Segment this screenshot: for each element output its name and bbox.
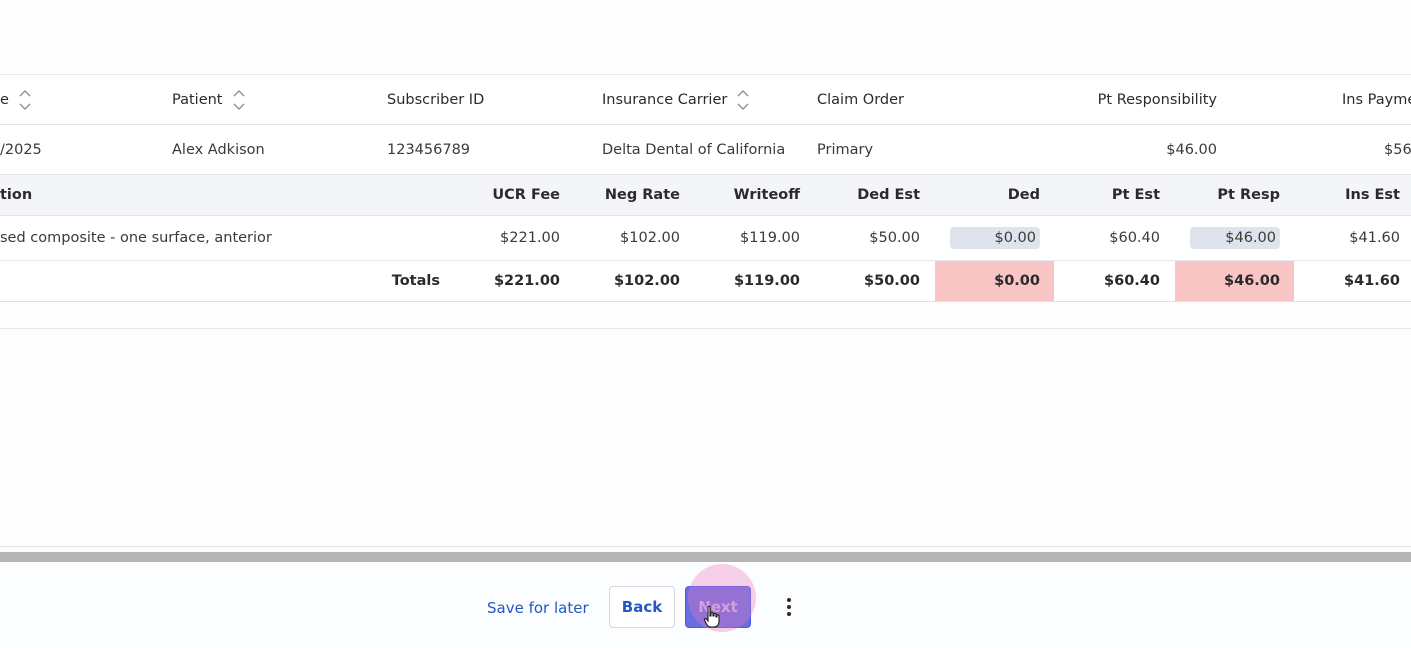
claim-subscriber-id: 123456789: [387, 141, 471, 158]
pt-resp-input[interactable]: $46.00: [1190, 227, 1280, 249]
ins-payment-header-label: Ins Payme: [1342, 91, 1411, 108]
horizontal-scrollbar[interactable]: [0, 552, 1411, 562]
procedure-ded-cell: $0.00: [920, 216, 1040, 260]
totals-pt-est: $60.40: [1104, 273, 1160, 289]
column-header-neg-rate: Neg Rate: [604, 187, 680, 203]
totals-ins-est: $41.60: [1344, 273, 1400, 289]
totals-ded-est: $50.00: [864, 273, 920, 289]
claim-ins-payment: $56: [1384, 141, 1411, 158]
date-header-label: e: [0, 91, 9, 108]
claim-patient: Alex Adkison: [172, 141, 265, 158]
kebab-menu-icon[interactable]: [779, 593, 799, 621]
totals-pt-resp: $46.00: [1175, 261, 1294, 301]
procedure-ded-est: $50.00: [869, 230, 920, 246]
column-header-subscriber-id: Subscriber ID: [387, 75, 484, 124]
procedure-table-header: tion UCR Fee Neg Rate Writeoff Ded Est D…: [0, 175, 1411, 216]
totals-writeoff: $119.00: [733, 273, 800, 289]
column-header-claim-order: Claim Order: [817, 75, 904, 124]
claim-table-header: e Patient Subscriber ID Insurance Carrie…: [0, 74, 1411, 125]
save-for-later-button[interactable]: Save for later: [487, 599, 589, 617]
claim-order: Primary: [817, 141, 874, 158]
procedure-neg-rate: $102.00: [620, 230, 680, 246]
sort-icon[interactable]: [736, 88, 750, 112]
claim-insurance-carrier: Delta Dental of California: [602, 141, 786, 158]
patient-header-label: Patient: [172, 91, 223, 108]
column-header-ded: Ded: [1007, 187, 1040, 203]
hand-pointer-icon: [703, 605, 720, 628]
ded-input[interactable]: $0.00: [950, 227, 1040, 249]
claim-date: /2025: [0, 141, 42, 158]
insurance-carrier-header-label: Insurance Carrier: [602, 91, 728, 108]
column-header-ins-payment: Ins Payme: [1342, 75, 1411, 124]
totals-row: Totals $221.00 $102.00 $119.00 $50.00 $0…: [0, 261, 1411, 302]
column-header-ucr-fee: UCR Fee: [492, 187, 560, 203]
claim-pt-responsibility: $46.00: [1166, 141, 1217, 158]
column-header-ins-est: Ins Est: [1345, 187, 1400, 203]
totals-neg-rate: $102.00: [613, 273, 680, 289]
procedure-ucr-fee: $221.00: [500, 230, 560, 246]
column-header-ded-est: Ded Est: [857, 187, 920, 203]
totals-ucr-fee: $221.00: [493, 273, 560, 289]
table-row[interactable]: sed composite - one surface, anterior $2…: [0, 216, 1411, 261]
procedure-pt-est: $60.40: [1109, 230, 1160, 246]
column-header-insurance-carrier[interactable]: Insurance Carrier: [602, 75, 750, 124]
procedure-description: sed composite - one surface, anterior: [0, 230, 272, 246]
procedure-writeoff: $119.00: [740, 230, 800, 246]
sort-icon[interactable]: [18, 88, 32, 112]
column-header-patient[interactable]: Patient: [172, 75, 246, 124]
pt-responsibility-header-label: Pt Responsibility: [1097, 91, 1217, 108]
section-divider: [0, 328, 1411, 329]
claim-row[interactable]: /2025 Alex Adkison 123456789 Delta Denta…: [0, 125, 1411, 175]
back-button[interactable]: Back: [609, 586, 675, 628]
claim-review-page: e Patient Subscriber ID Insurance Carrie…: [0, 0, 1411, 648]
column-header-pt-responsibility: Pt Responsibility: [1000, 75, 1217, 124]
subscriber-id-header-label: Subscriber ID: [387, 91, 485, 108]
column-header-description: tion: [0, 187, 33, 203]
totals-ded: $0.00: [935, 261, 1054, 301]
column-header-date[interactable]: e: [0, 75, 32, 124]
column-header-pt-est: Pt Est: [1111, 187, 1160, 203]
section-divider: [0, 546, 1411, 547]
claim-order-header-label: Claim Order: [817, 91, 905, 108]
sort-icon[interactable]: [232, 88, 246, 112]
column-header-pt-resp: Pt Resp: [1217, 187, 1280, 203]
totals-label: Totals: [391, 273, 440, 289]
column-header-writeoff: Writeoff: [733, 187, 800, 203]
procedure-ins-est: $41.60: [1349, 230, 1400, 246]
procedure-pt-resp-cell: $46.00: [1160, 216, 1280, 260]
